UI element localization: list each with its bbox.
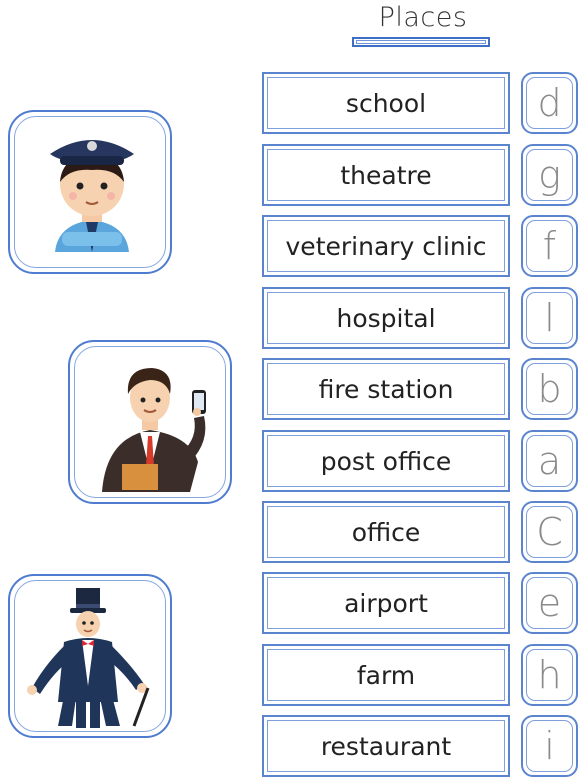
answer-box[interactable]: b (521, 358, 578, 420)
place-box: fire station (262, 358, 510, 420)
place-label: veterinary clinic (285, 231, 487, 261)
answer-letter: e (537, 581, 562, 625)
place-box: airport (262, 572, 510, 634)
picture-card-police (8, 110, 172, 274)
answer-letter: g (538, 153, 561, 197)
answer-letter: a (537, 439, 562, 483)
answer-letter: l (544, 296, 555, 340)
picture-card-businessman (68, 340, 232, 504)
place-label: airport (344, 588, 428, 618)
answer-letter: b (537, 367, 562, 411)
answer-letter: h (537, 653, 562, 697)
picture-card-magician (8, 574, 172, 738)
place-label: restaurant (320, 731, 452, 761)
answer-box[interactable]: e (521, 572, 578, 634)
answer-box[interactable]: l (521, 287, 578, 349)
place-box: farm (262, 644, 510, 706)
place-label: hospital (336, 303, 436, 333)
place-label: school (345, 88, 427, 118)
answer-box[interactable]: g (521, 144, 578, 206)
answer-box[interactable]: i (521, 715, 578, 777)
answer-box[interactable]: d (521, 72, 578, 134)
place-label: post office (320, 446, 452, 476)
place-label: fire station (318, 374, 454, 404)
place-box: school (262, 72, 510, 134)
answer-letter: d (537, 81, 562, 125)
magician-icon (27, 588, 150, 728)
place-box: veterinary clinic (262, 215, 510, 277)
police-officer-icon (50, 140, 134, 252)
answer-box[interactable]: f (521, 215, 578, 277)
place-label: farm (356, 660, 416, 690)
answer-box[interactable]: C (521, 501, 578, 563)
title-underline (352, 37, 490, 47)
place-box: office (262, 501, 510, 563)
answer-box[interactable]: h (521, 644, 578, 706)
place-box: hospital (262, 287, 510, 349)
place-label: office (351, 517, 421, 547)
answer-box[interactable]: a (521, 430, 578, 492)
place-box: restaurant (262, 715, 510, 777)
answer-letter: C (536, 510, 563, 554)
place-box: post office (262, 430, 510, 492)
place-box: theatre (262, 144, 510, 206)
page-title: Places (378, 2, 468, 33)
answer-letter: i (544, 724, 555, 768)
businessman-icon (102, 368, 206, 492)
place-label: theatre (340, 160, 432, 190)
answer-letter: f (542, 224, 557, 268)
